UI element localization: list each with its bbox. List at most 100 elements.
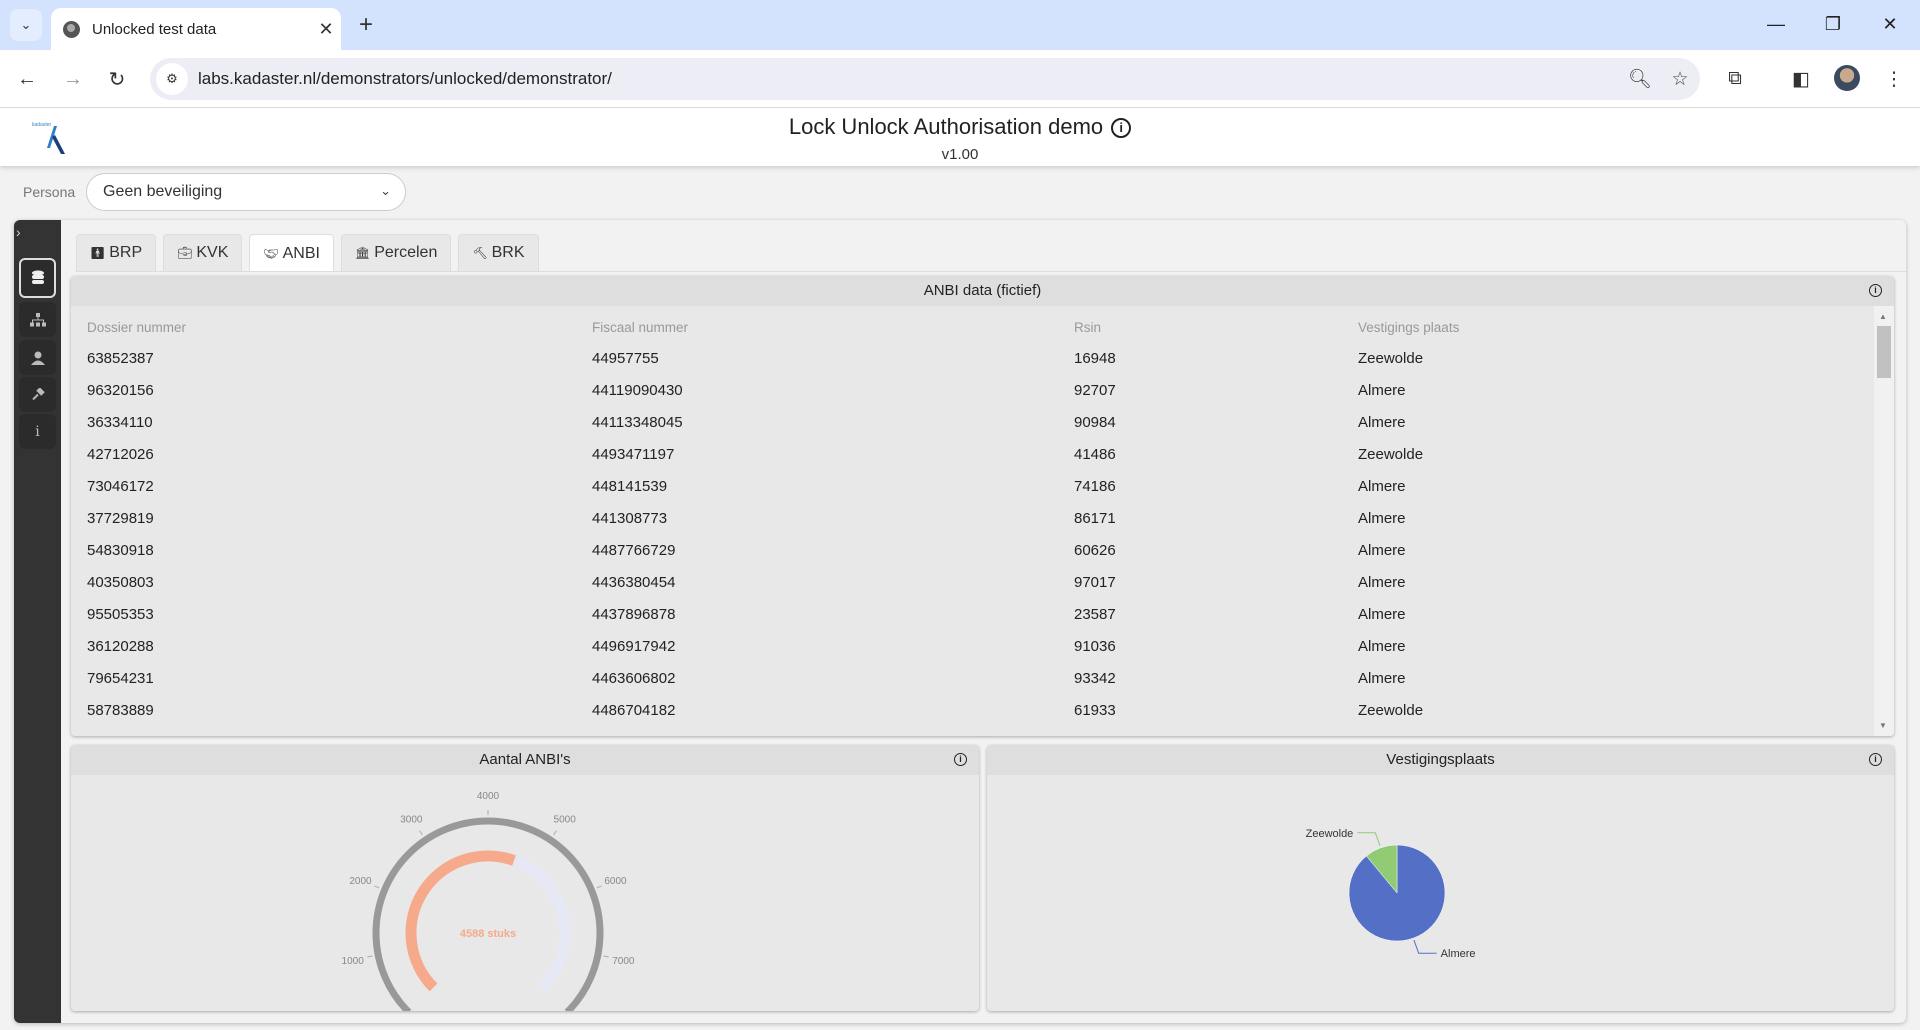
table-row[interactable]: 54830918 4487766729 60626 Almere <box>71 534 1874 566</box>
briefcase-icon: 💼︎ <box>177 246 193 260</box>
scroll-up-icon[interactable]: ▲ <box>1879 312 1887 321</box>
restore-button[interactable]: ❐ <box>1813 8 1853 40</box>
tab-label: KVK <box>196 244 229 261</box>
gauge-tick <box>374 885 380 889</box>
table-row[interactable]: 79654231 4463606802 93342 Almere <box>71 662 1874 694</box>
side-panel-icon[interactable]: ◧ <box>1785 63 1817 95</box>
table-row[interactable]: 36120288 4496917942 91036 Almere <box>71 630 1874 662</box>
table-cell: 93342 <box>1074 669 1116 687</box>
gauge-tick <box>596 885 602 889</box>
panel-header: ANBI data (fictief) i <box>71 276 1894 306</box>
table-cell: Almere <box>1358 573 1406 591</box>
pie-label: Almere <box>1441 948 1476 960</box>
profile-avatar[interactable] <box>1834 65 1860 91</box>
gauge-remaining-arc <box>512 855 571 992</box>
scrollbar-thumb[interactable] <box>1877 326 1891 378</box>
info-icon[interactable]: i <box>1111 118 1132 138</box>
table-row[interactable]: 95505353 4437896878 23587 Almere <box>71 598 1874 630</box>
table-row[interactable]: 36334110 44113348045 90984 Almere <box>71 406 1874 438</box>
info-icon[interactable]: i <box>954 753 967 766</box>
gauge-tick-label: 5000 <box>554 814 577 825</box>
table-cell: Almere <box>1358 381 1406 399</box>
url-text[interactable]: labs.kadaster.nl/demonstrators/unlocked/… <box>198 69 1620 89</box>
column-header[interactable]: Rsin <box>1058 306 1342 342</box>
close-tab-icon[interactable]: ✕ <box>311 19 341 40</box>
table-row[interactable]: 40350803 4436380454 97017 Almere <box>71 566 1874 598</box>
tab-brk[interactable]: 🔨︎ BRK <box>458 234 539 271</box>
pie-label: Zeewolde <box>1306 828 1354 840</box>
gauge-chart: 0100020003000400050006000700080004588 st… <box>342 791 635 1011</box>
table-cell: 4437896878 <box>592 605 676 623</box>
sidebar-expand-icon[interactable]: › <box>16 224 21 240</box>
panel-title: ANBI data (fictief) <box>923 282 1042 299</box>
site-info-icon[interactable]: ⚙ <box>156 63 188 95</box>
info-icon[interactable]: i <box>1869 753 1882 766</box>
column-header[interactable]: Vestigings plaats <box>1342 306 1874 342</box>
table-cell: Zeewolde <box>1358 445 1424 463</box>
back-button[interactable]: ← <box>11 63 43 95</box>
sidebar-item-structure[interactable] <box>19 302 56 337</box>
table-cell: 79654231 <box>87 669 154 687</box>
table-cell: 37729819 <box>87 509 154 527</box>
table-row[interactable]: 58783889 4486704182 61933 Zeewolde <box>71 694 1874 726</box>
info-icon[interactable]: i <box>1869 284 1882 297</box>
table-cell: 58783889 <box>87 701 154 719</box>
panel-title: Aantal ANBI's <box>479 751 571 768</box>
table-cell: 60626 <box>1074 541 1116 559</box>
page-title-text: Lock Unlock Authorisation demo <box>788 114 1104 139</box>
table-cell: 16948 <box>1074 349 1116 367</box>
tab-brp[interactable]: 🚹︎ BRP <box>76 234 157 271</box>
app-header: kadaster Lock Unlock Authorisation demo i… <box>0 108 1920 166</box>
column-header[interactable]: Fiscaal nummer <box>576 306 1058 342</box>
handshake-icon: 🤝︎ <box>263 246 279 261</box>
table-cell: 44119090430 <box>592 381 683 399</box>
table-cell: 74186 <box>1074 477 1116 495</box>
table-cell: 448141539 <box>592 477 668 495</box>
table-row[interactable]: 73046172 448141539 74186 Almere <box>71 470 1874 502</box>
close-window-button[interactable]: ✕ <box>1870 8 1910 40</box>
table-cell: 23587 <box>1074 605 1116 623</box>
scroll-down-icon[interactable]: ▼ <box>1879 721 1887 730</box>
persona-selected-value: Geen beveiliging <box>103 183 223 200</box>
bookmark-star-icon[interactable]: ☆ <box>1660 68 1700 91</box>
table-row[interactable]: 37729819 441308773 86171 Almere <box>71 502 1874 534</box>
sidebar-item-user[interactable] <box>19 340 56 375</box>
tab-kvk[interactable]: 💼︎ KVK <box>163 234 243 271</box>
sidebar-item-data[interactable] <box>19 258 56 298</box>
menu-kebab-icon[interactable]: ⋮ <box>1878 63 1910 95</box>
table-row[interactable]: 42712026 4493471197 41486 Zeewolde <box>71 438 1874 470</box>
gauge-tick-label: 7000 <box>612 956 635 967</box>
tab-search-button[interactable]: ⌄ <box>10 9 42 41</box>
gauge-tick-label: 4000 <box>477 791 500 802</box>
panel-header: Vestigingsplaats i <box>987 745 1894 775</box>
table-scrollbar[interactable]: ▲ ▼ <box>1874 306 1894 736</box>
tab-anbi[interactable]: 🤝︎ ANBI <box>249 234 334 272</box>
column-header[interactable]: Dossier nummer <box>71 306 576 342</box>
tab-percelen[interactable]: 🏛︎ Percelen <box>340 234 452 271</box>
minimize-button[interactable]: — <box>1756 8 1796 40</box>
table-cell: 36120288 <box>87 637 154 655</box>
browser-toolbar: ← → ↻ ⚙ labs.kadaster.nl/demonstrators/u… <box>0 50 1920 108</box>
sidebar-item-gavel[interactable] <box>19 377 56 412</box>
persona-select[interactable]: Geen beveiliging ⌄ <box>86 173 406 211</box>
tab-label: ANBI <box>282 244 320 262</box>
address-bar[interactable]: ⚙ labs.kadaster.nl/demonstrators/unlocke… <box>150 58 1700 100</box>
new-tab-button[interactable]: + <box>352 11 380 39</box>
reload-button[interactable]: ↻ <box>101 63 133 95</box>
table-row[interactable]: 63852387 44957755 16948 Zeewolde <box>71 342 1874 374</box>
table-cell: Almere <box>1358 541 1406 559</box>
table-row[interactable]: 96320156 44119090430 92707 Almere <box>71 374 1874 406</box>
table-cell: Almere <box>1358 637 1406 655</box>
sidebar-item-info[interactable]: i <box>19 414 56 449</box>
extensions-icon[interactable]: ⧉ <box>1719 63 1751 95</box>
forward-button[interactable]: → <box>57 63 89 95</box>
pie-label-line <box>1357 832 1381 847</box>
table-cell: 54830918 <box>87 541 154 559</box>
database-icon <box>31 270 44 284</box>
browser-tab-strip: ⌄ Unlocked test data ✕ + — ❐ ✕ <box>0 0 1920 50</box>
browser-tab[interactable]: Unlocked test data ✕ <box>51 8 341 50</box>
gauge-tick-label: 1000 <box>342 956 365 967</box>
zoom-icon[interactable]: 🔍︎ <box>1620 67 1660 91</box>
sidebar: › i <box>14 220 61 1023</box>
app-version: v1.00 <box>941 146 979 163</box>
